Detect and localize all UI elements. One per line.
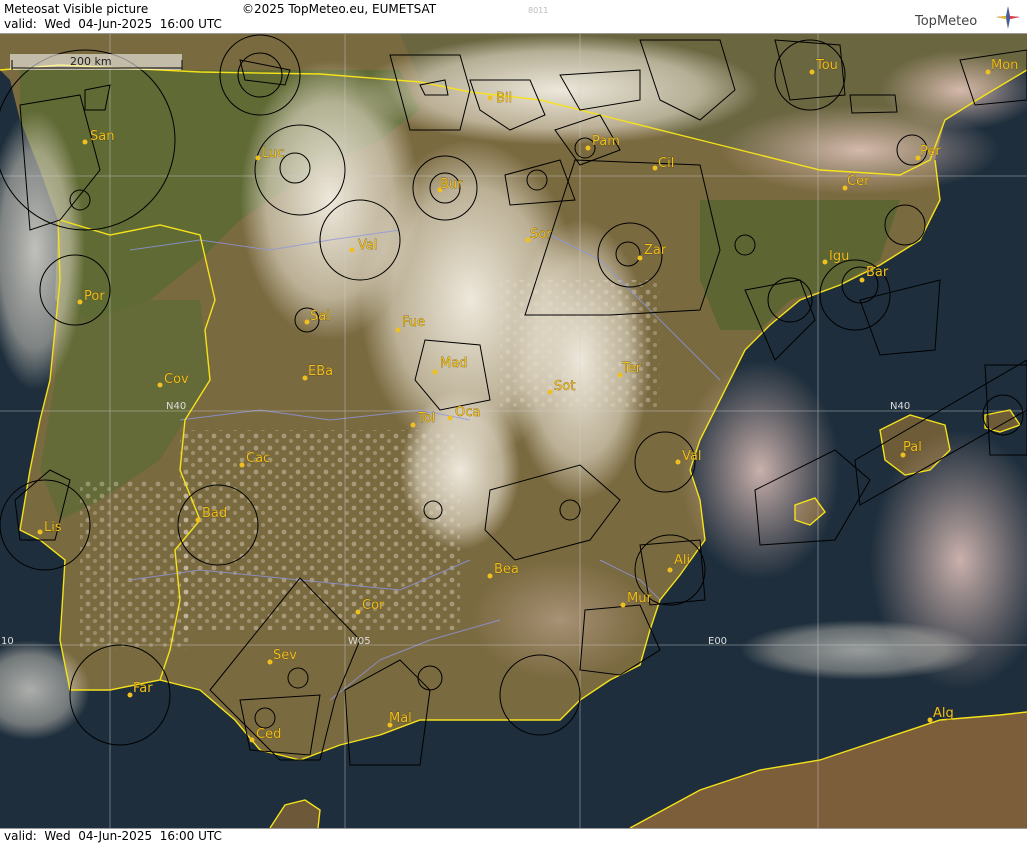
place-label: Zar <box>644 243 667 258</box>
place-label: Sor <box>530 227 552 242</box>
place-label: Cil <box>658 156 674 171</box>
product-title: Meteosat Visible picture <box>4 2 149 16</box>
topmeteo-logo[interactable]: TopMeteo <box>915 4 1023 32</box>
cloud <box>680 360 840 580</box>
place-label: Bur <box>440 177 463 192</box>
place-label: Bar <box>866 265 889 280</box>
cloud <box>740 620 980 680</box>
place-label: Val <box>682 449 701 464</box>
place-label: Far <box>133 681 153 696</box>
place-label: Per <box>920 144 941 159</box>
header-bar: Meteosat Visible picture ©2025 TopMeteo.… <box>0 0 1027 34</box>
place-label: Mal <box>389 711 412 726</box>
place-label: Sev <box>273 648 297 663</box>
place-label: Pam <box>592 134 620 149</box>
cumulus-field <box>80 480 190 650</box>
place-label: Mur <box>627 591 652 606</box>
place-label: Bea <box>494 562 519 577</box>
place-label: Cer <box>847 174 870 189</box>
place-label: Sot <box>554 379 575 394</box>
place-label: Bad <box>202 506 227 521</box>
place-label: Igu <box>829 249 849 264</box>
place-label: Por <box>84 289 105 304</box>
place-label: Cac <box>246 451 270 466</box>
grid-label-w05: W05 <box>348 636 371 647</box>
place-label: Cov <box>164 372 189 387</box>
grid-label-w10: 10 <box>1 636 14 647</box>
grid-label-n40: N40 <box>166 401 186 412</box>
place-label: San <box>90 129 114 144</box>
copyright-text: ©2025 TopMeteo.eu, EUMETSAT <box>242 2 437 16</box>
place-label: Fue <box>402 315 425 330</box>
scale-bar: 200 km <box>10 54 183 70</box>
place-label: Lis <box>44 520 62 535</box>
footer-valid-time: valid: Wed 04-Jun-2025 16:00 UTC <box>4 829 222 843</box>
place-label: Bil <box>496 91 512 106</box>
scale-label: 200 km <box>70 55 112 68</box>
footer-bar: valid: Wed 04-Jun-2025 16:00 UTC <box>0 828 1027 844</box>
place-label: Mon <box>991 58 1018 73</box>
product-code: 8011 <box>528 6 549 15</box>
grid-label-e00: E00 <box>708 636 727 647</box>
place-label: Oca <box>455 405 480 420</box>
place-label: Ter <box>621 361 642 376</box>
cloud <box>470 560 650 680</box>
place-label: EBa <box>308 364 333 379</box>
place-label: Tol <box>417 411 435 426</box>
place-label: Luc <box>262 146 284 161</box>
valid-time: valid: Wed 04-Jun-2025 16:00 UTC <box>4 17 222 31</box>
place-label: Sal <box>310 309 330 324</box>
place-label: Ced <box>256 727 281 742</box>
map-canvas: San Luc Bil Pam Tou Mon Per Cil Bur Cer … <box>0 34 1027 828</box>
place-label: Cor <box>362 598 385 613</box>
place-label: Mad <box>440 356 467 371</box>
place-label: Ali <box>674 553 690 568</box>
cumulus-field <box>180 430 460 630</box>
place-label: Val <box>358 238 377 253</box>
satellite-map[interactable]: San Luc Bil Pam Tou Mon Per Cil Bur Cer … <box>0 34 1027 828</box>
place-label: Pal <box>903 440 922 455</box>
place-label: Tou <box>815 58 838 73</box>
grid-label-n40: N40 <box>890 401 910 412</box>
logo-text: TopMeteo <box>915 14 978 29</box>
place-label: Alg <box>933 706 954 721</box>
logo-star-icon <box>996 6 1020 29</box>
